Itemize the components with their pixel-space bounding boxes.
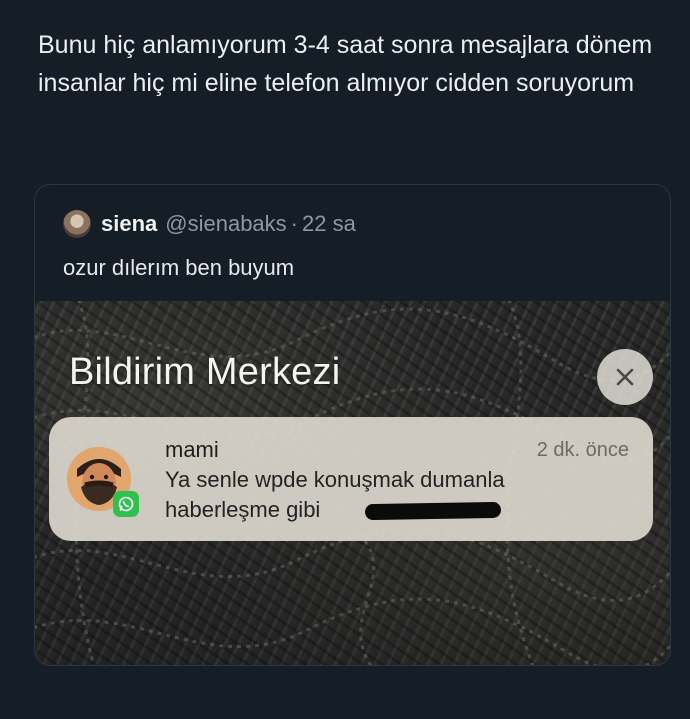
quoted-tweet-card[interactable]: siena @sienabaks · 22 sa ozur dılerım be… bbox=[34, 184, 671, 666]
notification-sender: mami bbox=[165, 437, 219, 462]
whatsapp-icon bbox=[113, 491, 139, 517]
quoted-author-handle[interactable]: @sienabaks bbox=[165, 211, 286, 237]
quoted-tweet-header: siena @sienabaks · 22 sa bbox=[63, 209, 356, 239]
quoted-tweet-text: ozur dılerım ben buyum bbox=[63, 255, 295, 280]
quoted-tweet-time[interactable]: 22 sa bbox=[302, 211, 356, 237]
avatar[interactable] bbox=[63, 210, 91, 238]
notification-time: 2 dk. önce bbox=[536, 439, 629, 461]
tweet-text: Bunu hiç anlamıyorum 3-4 saat sonra mesa… bbox=[38, 31, 653, 97]
quoted-tweet-image[interactable]: Bildirim Merkezi mami 2 dk. önce Ya senl… bbox=[35, 301, 670, 665]
quoted-author-name[interactable]: siena bbox=[101, 211, 157, 237]
close-icon bbox=[616, 368, 634, 386]
separator-dot: · bbox=[290, 211, 298, 236]
notification-card[interactable]: mami 2 dk. önce Ya senle wpde konuşmak d… bbox=[49, 417, 653, 541]
close-button[interactable] bbox=[597, 349, 653, 405]
redaction-scribble bbox=[364, 501, 502, 521]
notification-center-title: Bildirim Merkezi bbox=[69, 351, 341, 393]
